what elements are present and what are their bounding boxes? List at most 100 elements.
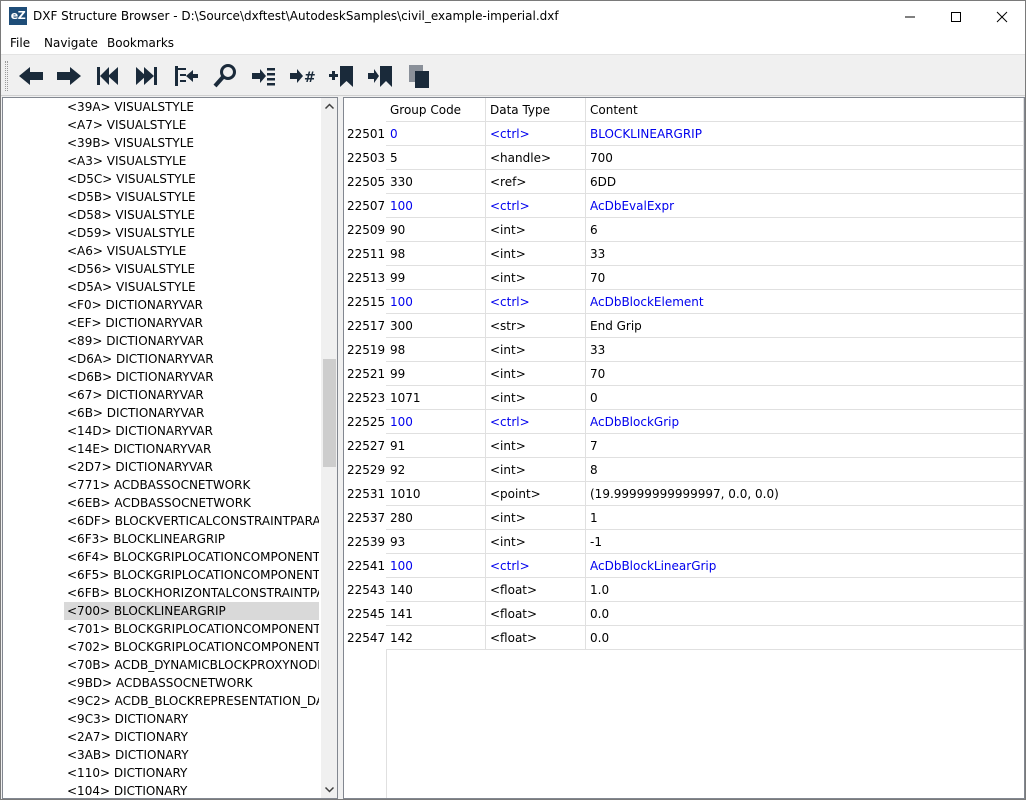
tree-item[interactable]: <9BD> ACDBASSOCNETWORK — [64, 674, 319, 692]
goto-code-button[interactable]: # — [285, 59, 319, 93]
last-button[interactable] — [129, 59, 163, 93]
column-header-content[interactable]: Content — [586, 98, 1024, 122]
table-row[interactable]: 22537 280 <int> 1 — [344, 506, 1024, 530]
table-row[interactable]: 22519 98 <int> 33 — [344, 338, 1024, 362]
tree-item[interactable]: <6B> DICTIONARYVAR — [64, 404, 319, 422]
line-number-cell: 22547 — [347, 631, 386, 645]
table-row[interactable]: 22545 141 <float> 0.0 — [344, 602, 1024, 626]
copy-button[interactable] — [402, 59, 436, 93]
data-type-cell: <float> — [486, 602, 586, 626]
tree-item[interactable]: <6DF> BLOCKVERTICALCONSTRAINTPARAM... — [64, 512, 319, 530]
tree-item[interactable]: <D6A> DICTIONARYVAR — [64, 350, 319, 368]
tree-item[interactable]: <D59> VISUALSTYLE — [64, 224, 319, 242]
table-row[interactable]: 22503 5 <handle> 700 — [344, 146, 1024, 170]
tree-item[interactable]: <701> BLOCKGRIPLOCATIONCOMPONENT — [64, 620, 319, 638]
tree-item[interactable]: <D5A> VISUALSTYLE — [64, 278, 319, 296]
table-row[interactable]: 22511 98 <int> 33 — [344, 242, 1024, 266]
table-row[interactable]: 22547 142 <float> 0.0 — [344, 626, 1024, 650]
tree-item[interactable]: <6F4> BLOCKGRIPLOCATIONCOMPONENT — [64, 548, 319, 566]
group-code-cell: 141 — [386, 602, 486, 626]
tree-item[interactable]: <700> BLOCKLINEARGRIP — [64, 602, 319, 620]
tree-item[interactable]: <D5B> VISUALSTYLE — [64, 188, 319, 206]
scroll-down-button[interactable] — [321, 781, 337, 798]
menu-navigate[interactable]: Navigate — [44, 36, 98, 50]
menu-file[interactable]: File — [10, 36, 30, 50]
table-row[interactable]: 22507 100 <ctrl> AcDbEvalExpr — [344, 194, 1024, 218]
tree-item[interactable]: <39A> VISUALSTYLE — [64, 98, 319, 116]
table-row[interactable]: 22531 1010 <point> (19.99999999999997, 0.0,… — [344, 482, 1024, 506]
tree-item[interactable]: <D6B> DICTIONARYVAR — [64, 368, 319, 386]
add-bookmark-button[interactable] — [324, 59, 358, 93]
goto-bookmark-button[interactable] — [363, 59, 397, 93]
tree-item[interactable]: <70B> ACDB_DYNAMICBLOCKPROXYNODE — [64, 656, 319, 674]
tree-item[interactable]: <6EB> ACDBASSOCNETWORK — [64, 494, 319, 512]
tree-item[interactable]: <14D> DICTIONARYVAR — [64, 422, 319, 440]
back-button[interactable] — [14, 59, 48, 93]
tree-item[interactable]: <9C2> ACDB_BLOCKREPRESENTATION_DATA — [64, 692, 319, 710]
table-row[interactable]: 22539 93 <int> -1 — [344, 530, 1024, 554]
table-row[interactable]: 22505 330 <ref> 6DD — [344, 170, 1024, 194]
content-cell: 70 — [586, 362, 1024, 386]
table-row[interactable]: 22523 1071 <int> 0 — [344, 386, 1024, 410]
content-cell: 1.0 — [586, 578, 1024, 602]
tree-item[interactable]: <6F3> BLOCKLINEARGRIP — [64, 530, 319, 548]
tree-item[interactable]: <39B> VISUALSTYLE — [64, 134, 319, 152]
group-code-cell: 5 — [386, 146, 486, 170]
tree-item[interactable]: <771> ACDBASSOCNETWORK — [64, 476, 319, 494]
table-row[interactable]: 22543 140 <float> 1.0 — [344, 578, 1024, 602]
scroll-up-button[interactable] — [321, 98, 337, 115]
first-button[interactable] — [91, 59, 125, 93]
forward-button[interactable] — [52, 59, 86, 93]
data-type-cell: <int> — [486, 242, 586, 266]
table-header: Group Code Data Type Content — [344, 98, 1024, 122]
table-row[interactable]: 22525 100 <ctrl> AcDbBlockGrip — [344, 410, 1024, 434]
close-button[interactable] — [979, 1, 1025, 32]
tree-item[interactable]: <6F5> BLOCKGRIPLOCATIONCOMPONENT — [64, 566, 319, 584]
tree-item[interactable]: <2D7> DICTIONARYVAR — [64, 458, 319, 476]
tree-item[interactable]: <3AB> DICTIONARY — [64, 746, 319, 764]
tree-item[interactable]: <702> BLOCKGRIPLOCATIONCOMPONENT — [64, 638, 319, 656]
tree-item[interactable]: <6FB> BLOCKHORIZONTALCONSTRAINTPAR... — [64, 584, 319, 602]
table-row[interactable]: 22521 99 <int> 70 — [344, 362, 1024, 386]
tree-item[interactable]: <89> DICTIONARYVAR — [64, 332, 319, 350]
tree-item[interactable]: <9C3> DICTIONARY — [64, 710, 319, 728]
minimize-button[interactable] — [887, 1, 933, 32]
tree-item[interactable]: <2A7> DICTIONARY — [64, 728, 319, 746]
structure-tree[interactable]: <39A> VISUALSTYLE <A7> VISUALSTYLE <39B> V… — [2, 97, 338, 799]
tree-item[interactable]: <D56> VISUALSTYLE — [64, 260, 319, 278]
tree-item[interactable]: <A6> VISUALSTYLE — [64, 242, 319, 260]
table-row[interactable]: 22541 100 <ctrl> AcDbBlockLinearGrip — [344, 554, 1024, 578]
tree-scrollbar[interactable] — [321, 98, 337, 798]
column-header-group-code[interactable]: Group Code — [386, 98, 486, 122]
toolbar-grip[interactable] — [5, 61, 8, 91]
table-row[interactable]: 22513 99 <int> 70 — [344, 266, 1024, 290]
tree-item[interactable]: <F0> DICTIONARYVAR — [64, 296, 319, 314]
tree-item[interactable]: <D58> VISUALSTYLE — [64, 206, 319, 224]
tree-item[interactable]: <104> DICTIONARY — [64, 782, 319, 798]
tree-item[interactable]: <67> DICTIONARYVAR — [64, 386, 319, 404]
table-row[interactable]: 22509 90 <int> 6 — [344, 218, 1024, 242]
column-header-data-type[interactable]: Data Type — [486, 98, 586, 122]
title-bar[interactable]: eZ DXF Structure Browser - D:\Source\dxf… — [1, 1, 1025, 32]
tree-item[interactable]: <D5C> VISUALSTYLE — [64, 170, 319, 188]
table-row[interactable]: 22515 100 <ctrl> AcDbBlockElement — [344, 290, 1024, 314]
maximize-button[interactable] — [933, 1, 979, 32]
table-row[interactable]: 22501 0 <ctrl> BLOCKLINEARGRIP — [344, 122, 1024, 146]
table-row[interactable]: 22527 91 <int> 7 — [344, 434, 1024, 458]
table-row[interactable]: 22517 300 <str> End Grip — [344, 314, 1024, 338]
menu-bookmarks[interactable]: Bookmarks — [107, 36, 174, 50]
line-number-cell: 22539 — [347, 535, 386, 549]
last-icon — [136, 67, 157, 85]
search-button[interactable] — [208, 59, 242, 93]
table-row[interactable]: 22529 92 <int> 8 — [344, 458, 1024, 482]
tree-item[interactable]: <A3> VISUALSTYLE — [64, 152, 319, 170]
tree-item[interactable]: <14E> DICTIONARYVAR — [64, 440, 319, 458]
group-code-cell: 100 — [386, 554, 486, 578]
goto-line-button[interactable] — [246, 59, 280, 93]
tree-item[interactable]: <110> DICTIONARY — [64, 764, 319, 782]
scrollbar-thumb[interactable] — [323, 359, 336, 467]
goto-structure-button[interactable] — [169, 59, 203, 93]
content-cell: AcDbBlockElement — [586, 290, 1024, 314]
tree-item[interactable]: <A7> VISUALSTYLE — [64, 116, 319, 134]
tree-item[interactable]: <EF> DICTIONARYVAR — [64, 314, 319, 332]
